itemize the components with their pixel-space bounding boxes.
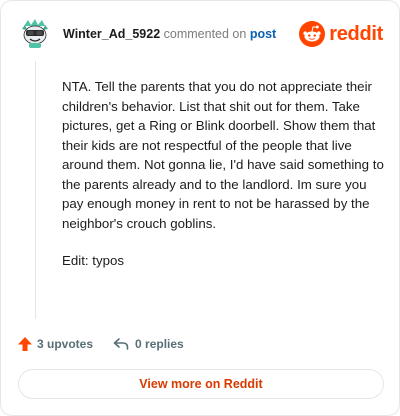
reply-count: 0 replies xyxy=(135,337,184,351)
comment-actions: 3 upvotes 0 replies xyxy=(17,334,184,354)
commented-on-text: commented on xyxy=(163,27,247,41)
thread-line xyxy=(35,61,36,319)
post-link[interactable]: post xyxy=(250,27,276,41)
comment-byline: Winter_Ad_5922 commented on post xyxy=(63,26,276,42)
snoo-avatar-icon[interactable] xyxy=(19,17,51,49)
comment-body: NTA. Tell the parents that you do not ap… xyxy=(62,77,387,289)
upvote-count: 3 upvotes xyxy=(37,337,94,351)
reddit-logo[interactable]: reddit xyxy=(299,21,383,47)
upvote-arrow-icon xyxy=(18,337,32,351)
comment-paragraph: Edit: typos xyxy=(62,253,125,268)
comment-paragraph: NTA. Tell the parents that you do not ap… xyxy=(62,79,384,231)
embedded-comment-card: Winter_Ad_5922 commented on post reddit … xyxy=(0,0,400,416)
replies-button[interactable]: 0 replies xyxy=(113,337,184,351)
upvote-button[interactable]: 3 upvotes xyxy=(17,336,93,352)
view-more-button[interactable]: View more on Reddit xyxy=(18,369,384,399)
reddit-wordmark: reddit xyxy=(329,22,383,45)
author-link[interactable]: Winter_Ad_5922 xyxy=(63,27,160,41)
reply-arrow-icon xyxy=(113,338,129,350)
reddit-snoo-icon xyxy=(299,21,326,47)
comment-header: Winter_Ad_5922 commented on post reddit xyxy=(19,17,383,53)
